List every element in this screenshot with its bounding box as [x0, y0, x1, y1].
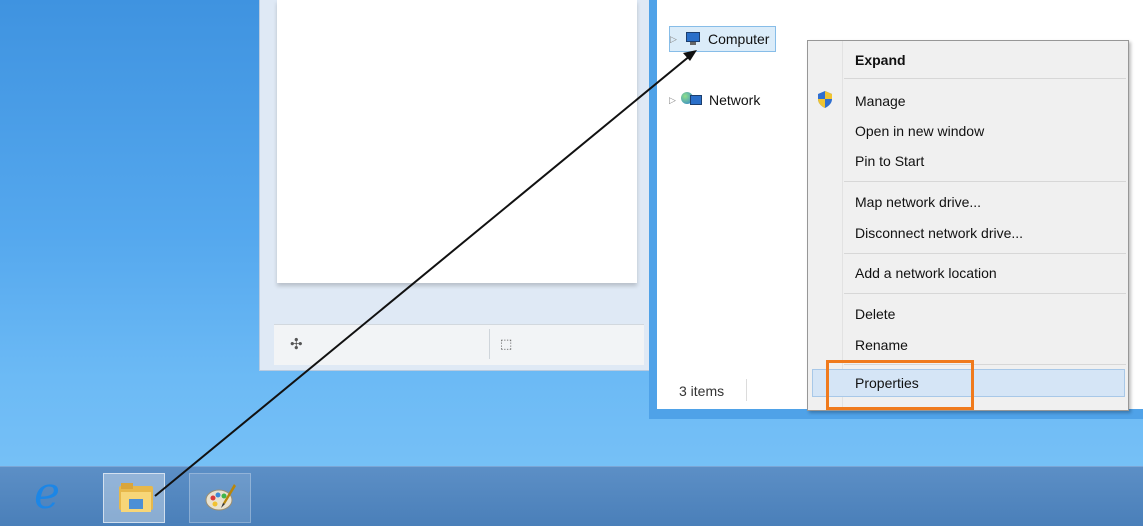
- annotation-arrow: [154, 50, 697, 497]
